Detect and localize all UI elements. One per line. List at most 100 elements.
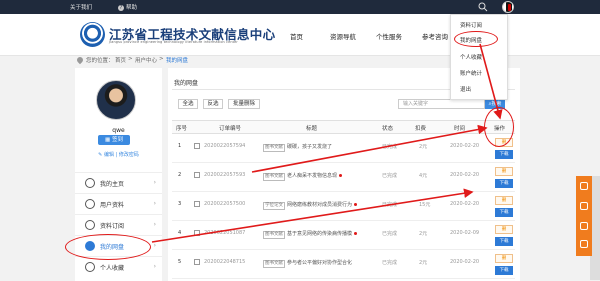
table-row: 5 2020022048715 图书文献 参与者公平偏好对协作型合化 已完成 2元… bbox=[172, 251, 515, 279]
red-dot-icon bbox=[339, 174, 343, 177]
breadcrumb-user-center[interactable]: 用户中心 bbox=[135, 56, 157, 64]
dropdown-item-subscribe[interactable]: 资料订阅 bbox=[460, 21, 482, 29]
title-text: 基于意见网络的传染病传播模 bbox=[287, 231, 353, 237]
site-logo[interactable] bbox=[80, 22, 105, 47]
row-checkbox[interactable] bbox=[194, 259, 200, 265]
download-button[interactable]: 下载 bbox=[495, 150, 513, 159]
panel-title: 我的网盘 bbox=[174, 80, 199, 87]
phone-icon[interactable] bbox=[580, 222, 588, 230]
nav-personal[interactable]: 个性服务 bbox=[376, 31, 402, 41]
user-icon bbox=[85, 199, 95, 209]
heart-icon bbox=[85, 262, 95, 272]
order-number: 2020022051087 bbox=[204, 230, 246, 236]
batch-delete-button[interactable]: 批量删除 bbox=[228, 99, 260, 109]
delete-button[interactable]: 删 bbox=[495, 196, 513, 205]
subscribe-icon bbox=[85, 220, 95, 230]
calendar-icon: ▦ bbox=[105, 137, 112, 143]
status-text: 已完成 bbox=[382, 173, 398, 179]
delete-button[interactable]: 删 bbox=[495, 167, 513, 176]
user-avatar-top[interactable] bbox=[502, 1, 514, 13]
date-text: 2020-02-09 bbox=[450, 230, 480, 236]
title-text: 老人痴呆不发物信息现 bbox=[287, 173, 338, 179]
status-text: 已完成 bbox=[382, 260, 398, 266]
top-bar: 关于我们 帮助 bbox=[0, 0, 600, 14]
column-header: 标题 bbox=[306, 126, 318, 132]
date-text: 2020-02-20 bbox=[450, 143, 480, 149]
qq-icon[interactable] bbox=[580, 202, 588, 210]
order-number: 2020022057500 bbox=[204, 201, 246, 207]
sidebar-item-profile[interactable]: 用户资料 › bbox=[75, 193, 162, 213]
row-title[interactable]: 图书文献 基于意见网络的传染病传播模 bbox=[263, 230, 358, 239]
sidebar-item-subscribe[interactable]: 资料订阅 › bbox=[75, 214, 162, 234]
fee-text: 2元 bbox=[419, 144, 428, 150]
status-text: 已完成 bbox=[382, 202, 398, 208]
row-checkbox[interactable] bbox=[194, 201, 200, 207]
download-button[interactable]: 下载 bbox=[495, 208, 513, 217]
red-dot-icon bbox=[354, 203, 358, 206]
dropdown-item-account-stats[interactable]: 账户统计 bbox=[460, 69, 482, 77]
download-button[interactable]: 下载 bbox=[495, 179, 513, 188]
title-text: 碳碳，孩子又发烧了 bbox=[287, 144, 333, 150]
column-header: 扣费 bbox=[415, 126, 427, 132]
select-all-button[interactable]: 全选 bbox=[178, 99, 198, 109]
red-dot-icon bbox=[354, 232, 358, 235]
message-icon[interactable] bbox=[580, 240, 588, 248]
row-checkbox[interactable] bbox=[194, 172, 200, 178]
search-icon[interactable] bbox=[478, 2, 488, 12]
title-text: 网络磨练教材对成员消费行为 bbox=[287, 202, 353, 208]
nav-home[interactable]: 首页 bbox=[290, 31, 303, 41]
scroll-top-icon[interactable] bbox=[580, 182, 588, 190]
about-link[interactable]: 关于我们 bbox=[70, 3, 92, 11]
sidebar-item-home[interactable]: 我的主页 › bbox=[75, 172, 162, 192]
delete-button[interactable]: 删 bbox=[495, 225, 513, 234]
breadcrumb-home[interactable]: 首页 bbox=[115, 56, 126, 64]
row-checkbox[interactable] bbox=[194, 143, 200, 149]
table-row: 4 2020022051087 图书文献 基于意见网络的传染病传播模 已完成 2元… bbox=[172, 222, 515, 250]
row-number: 5 bbox=[178, 259, 182, 265]
delete-button[interactable]: 删 bbox=[495, 254, 513, 263]
sidebar-item-label: 个人收藏 bbox=[100, 265, 125, 272]
invert-selection-button[interactable]: 反选 bbox=[203, 99, 223, 109]
breadcrumb-sep: > bbox=[128, 56, 133, 62]
order-number: 2020022048715 bbox=[204, 259, 246, 265]
profile-avatar[interactable] bbox=[96, 80, 136, 120]
row-title[interactable]: 学位论文 网络磨练教材对成员消费行为 bbox=[263, 201, 358, 210]
help-link[interactable]: 帮助 bbox=[118, 3, 137, 11]
dropdown-item-logout[interactable]: 退出 bbox=[460, 85, 471, 93]
breadcrumb-label: 您的位置： bbox=[86, 58, 114, 64]
home-icon bbox=[85, 178, 95, 188]
column-header: 订单编号 bbox=[219, 126, 242, 132]
keyword-search-input[interactable]: 输入关键字 bbox=[398, 99, 485, 109]
fee-text: 2元 bbox=[419, 231, 428, 237]
location-pin-icon bbox=[75, 55, 85, 65]
row-number: 1 bbox=[178, 143, 182, 149]
category-tag: 图书文献 bbox=[263, 231, 285, 239]
annotation-circle-sidebar bbox=[65, 234, 151, 260]
nav-resources[interactable]: 资源导航 bbox=[330, 31, 356, 41]
download-button[interactable]: 下载 bbox=[495, 237, 513, 246]
row-checkbox[interactable] bbox=[194, 230, 200, 236]
date-text: 2020-02-20 bbox=[450, 259, 480, 265]
row-title[interactable]: 图书文献 老人痴呆不发物信息现 bbox=[263, 172, 343, 181]
sidebar-item-label: 我的主页 bbox=[100, 181, 125, 188]
download-button[interactable]: 下载 bbox=[495, 266, 513, 275]
breadcrumb-sep: > bbox=[159, 56, 164, 62]
column-header: 序号 bbox=[176, 126, 188, 132]
annotation-circle-dropdown bbox=[454, 31, 498, 47]
row-title[interactable]: 图书文献 参与者公平偏好对协作型合化 bbox=[263, 259, 352, 268]
row-title[interactable]: 图书文献 碳碳，孩子又发烧了 bbox=[263, 143, 332, 152]
dropdown-item-favorites[interactable]: 个人收藏 bbox=[460, 53, 482, 61]
username: qwe bbox=[112, 127, 125, 134]
row-number: 4 bbox=[178, 230, 182, 236]
nav-consult[interactable]: 参考咨询 bbox=[422, 31, 448, 41]
category-tag: 学位论文 bbox=[263, 202, 285, 210]
date-text: 2020-02-20 bbox=[450, 172, 480, 178]
chevron-right-icon: › bbox=[153, 179, 156, 186]
chevron-right-icon: › bbox=[153, 221, 156, 228]
table-header: 序号 订单编号 标题 状态 扣费 时间 操作 bbox=[172, 120, 515, 134]
annotation-circle-actions bbox=[484, 107, 514, 147]
signin-button[interactable]: ▦ 签到 bbox=[98, 135, 130, 145]
breadcrumb-current: 我的网盘 bbox=[166, 58, 189, 64]
profile-edit-links[interactable]: ✎ 编辑 | 修改密码 bbox=[75, 151, 162, 158]
category-tag: 图书文献 bbox=[263, 144, 285, 152]
